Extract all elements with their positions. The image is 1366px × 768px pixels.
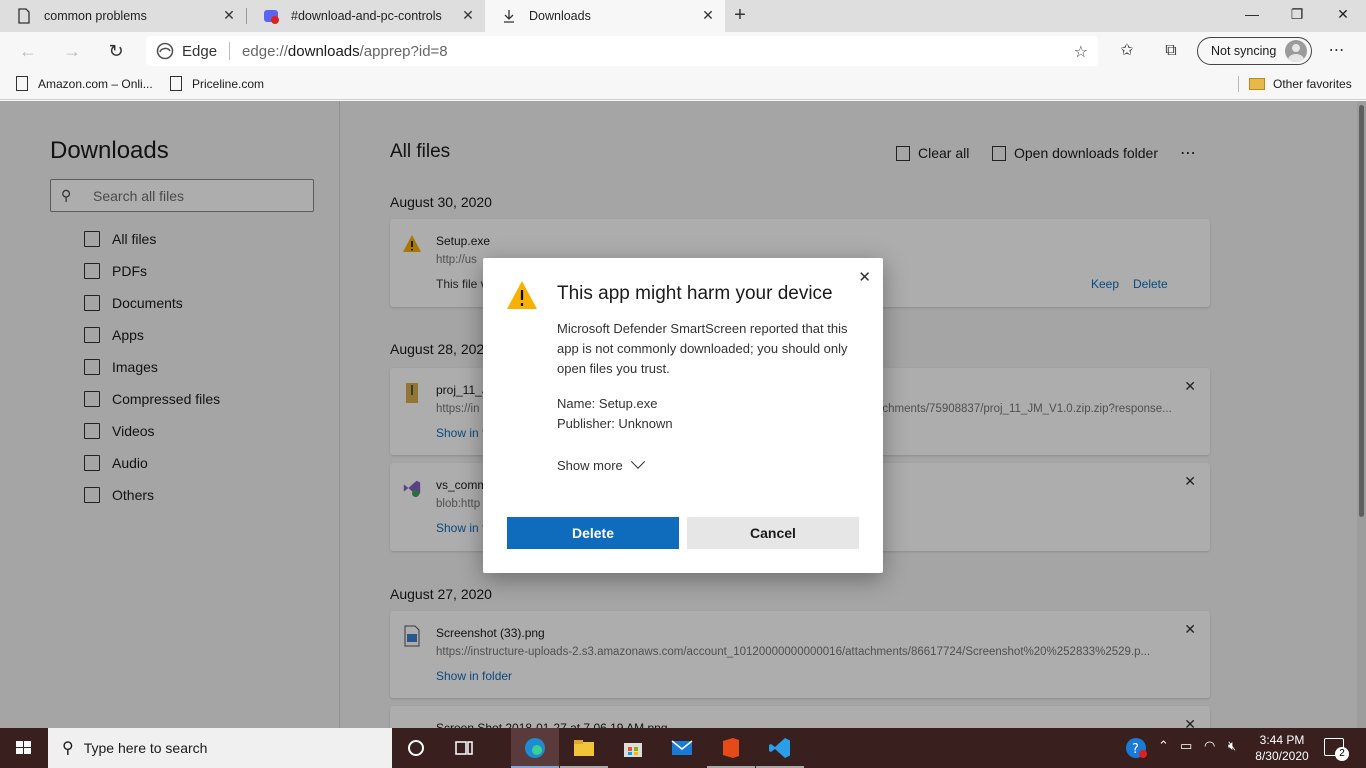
edge-taskbar-icon[interactable]: [523, 736, 547, 760]
page-icon: [170, 76, 182, 91]
close-tab-icon[interactable]: ✕: [701, 8, 715, 22]
dialog-title: This app might harm your device: [557, 283, 833, 304]
maximize-button[interactable]: ❐: [1287, 6, 1307, 26]
chevron-down-icon: [630, 454, 645, 469]
wifi-icon[interactable]: ◠: [1204, 738, 1215, 754]
store-icon[interactable]: [621, 736, 645, 760]
file-explorer-icon[interactable]: [572, 736, 596, 760]
favorites-bar: Amazon.com – Onli... Priceline.com Other…: [0, 70, 1366, 100]
url-text: edge://downloads/apprep?id=8: [242, 42, 448, 60]
favorites-icon[interactable]: ✩: [1118, 42, 1136, 60]
clock-date: 8/30/2020: [1255, 749, 1309, 763]
avatar: [1285, 40, 1307, 62]
page-icon: [16, 76, 28, 91]
dialog-message: Microsoft Defender SmartScreen reported …: [557, 321, 848, 376]
system-clock[interactable]: 3:44 PM 8/30/2020: [1252, 732, 1312, 764]
forward-arrow-icon[interactable]: →: [62, 41, 82, 61]
close-tab-icon[interactable]: ✕: [222, 8, 236, 22]
delete-button[interactable]: Delete: [507, 517, 679, 549]
notifications-icon[interactable]: 2: [1324, 738, 1349, 761]
other-favorites-folder[interactable]: Other favorites: [1238, 76, 1352, 92]
notification-count: 2: [1335, 747, 1349, 761]
address-toolbar: ← → ↻ Edge edge://downloads/apprep?id=8 …: [0, 32, 1366, 70]
discord-icon: [264, 10, 279, 24]
address-bar[interactable]: Edge edge://downloads/apprep?id=8 ☆: [146, 36, 1098, 66]
folder-icon: [1249, 78, 1265, 90]
page-icon: [18, 8, 30, 24]
other-favorites-label: Other favorites: [1273, 77, 1352, 91]
browser-label: Edge: [182, 42, 218, 60]
mail-icon[interactable]: [670, 736, 694, 760]
windows-start-icon[interactable]: [0, 728, 48, 768]
tab-strip: common problems ✕ #download-and-pc-contr…: [0, 0, 1366, 32]
volume-mute-icon[interactable]: 🔇︎: [1228, 738, 1236, 754]
close-window-button[interactable]: ✕: [1333, 6, 1353, 26]
cortana-icon[interactable]: [404, 736, 428, 760]
favorite-label: Priceline.com: [192, 76, 265, 91]
publisher-line: Publisher: Unknown: [557, 416, 673, 431]
omnibox-separator: [229, 42, 231, 60]
favorite-star-icon[interactable]: ☆: [1074, 42, 1088, 62]
svg-text:?: ?: [1132, 742, 1139, 757]
tab-title: Downloads: [529, 9, 591, 23]
favorite-amazon[interactable]: Amazon.com – Onli...: [16, 76, 153, 91]
tab-downloads[interactable]: Downloads ✕: [485, 0, 725, 32]
profile-sync-button[interactable]: Not syncing: [1197, 37, 1312, 65]
sync-label: Not syncing: [1211, 44, 1277, 58]
taskbar-search-input[interactable]: ⚲ Type here to search: [48, 728, 392, 768]
show-more-label: Show more: [557, 458, 623, 473]
minimize-button[interactable]: —: [1242, 6, 1262, 26]
battery-icon[interactable]: ▭: [1180, 738, 1192, 754]
tab-download-and-pc-controls[interactable]: #download-and-pc-controls ✕: [247, 0, 485, 32]
back-arrow-icon[interactable]: ←: [18, 41, 38, 61]
task-view-icon[interactable]: [452, 736, 476, 760]
chevron-up-icon[interactable]: ⌃: [1158, 738, 1169, 754]
help-icon[interactable]: ?: [1125, 737, 1147, 759]
search-icon: ⚲: [62, 740, 74, 757]
taskbar: ⚲ Type here to search ? ⌃ ▭ ◠ 🔇︎ 3:44 PM…: [0, 728, 1366, 768]
favbar-separator: [1238, 76, 1239, 92]
collections-icon[interactable]: ⧉: [1162, 42, 1180, 60]
tab-common-problems[interactable]: common problems ✕: [0, 0, 246, 32]
cancel-button[interactable]: Cancel: [687, 517, 859, 549]
clock-time: 3:44 PM: [1259, 733, 1305, 747]
vscode-icon[interactable]: [768, 736, 792, 760]
taskbar-search-placeholder: Type here to search: [83, 740, 208, 756]
download-icon: [504, 10, 514, 23]
file-name-line: Name: Setup.exe: [557, 396, 658, 411]
smartscreen-dialog: ✕ This app might harm your device Micros…: [483, 258, 883, 573]
close-tab-icon[interactable]: ✕: [461, 8, 475, 22]
refresh-icon[interactable]: ↻: [106, 41, 126, 61]
close-dialog-icon[interactable]: ✕: [858, 268, 871, 286]
tab-title: common problems: [44, 9, 147, 23]
new-tab-button[interactable]: +: [730, 5, 750, 26]
tab-title: #download-and-pc-controls: [291, 9, 442, 23]
office-icon[interactable]: [719, 736, 743, 760]
favorite-label: Amazon.com – Onli...: [38, 76, 153, 91]
show-more-toggle[interactable]: Show more: [557, 454, 645, 473]
warning-icon: [507, 281, 537, 309]
edge-logo-icon: [156, 42, 174, 60]
settings-more-icon[interactable]: ⋯: [1328, 42, 1346, 60]
favorite-priceline[interactable]: Priceline.com: [170, 76, 264, 91]
